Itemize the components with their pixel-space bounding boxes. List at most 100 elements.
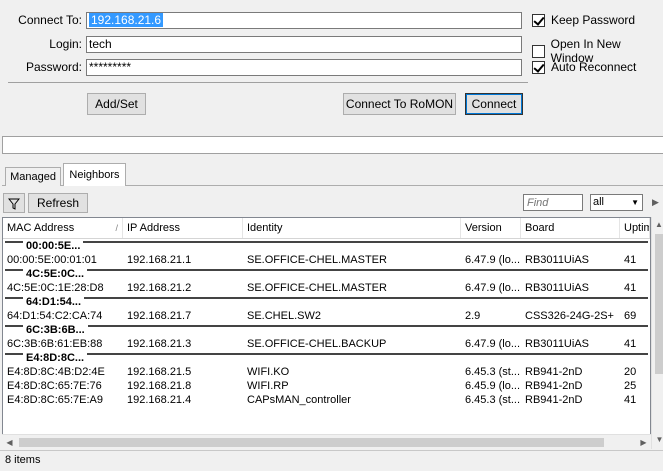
keep-password-option[interactable]: Keep Password: [532, 13, 635, 27]
table-cell: 2.9: [465, 310, 481, 322]
column-board[interactable]: Board: [521, 218, 620, 238]
table-cell: 192.168.21.4: [127, 394, 192, 406]
table-cell: E4:8D:8C:4B:D2:4E: [7, 366, 105, 378]
scrollbar-thumb[interactable]: [655, 234, 663, 374]
table-cell: CSS326-24G-2S+: [525, 310, 614, 322]
table-cell: RB3011UiAS: [525, 338, 589, 350]
table-cell: 6.45.3 (st...: [465, 394, 521, 406]
filter-icon: [7, 198, 21, 210]
table-cell: 6.47.9 (lo...: [465, 254, 521, 266]
column-identity[interactable]: Identity: [243, 218, 461, 238]
group-label: 00:00:5E...: [23, 241, 84, 252]
group-header[interactable]: 6C:3B:6B...: [3, 323, 650, 337]
group-separator: [5, 269, 648, 271]
open-new-window-checkbox[interactable]: [532, 44, 545, 58]
table-row[interactable]: E4:8D:8C:65:7E:76 192.168.21.8 WIFI.RP 6.45…: [3, 379, 650, 393]
table-cell: 6.45.9 (lo...: [465, 380, 521, 392]
table-cell: WIFI.RP: [247, 380, 289, 392]
group-separator: [5, 325, 648, 327]
find-input[interactable]: [523, 194, 583, 211]
filter-button[interactable]: [3, 193, 25, 213]
connect-button[interactable]: Connect: [465, 93, 523, 115]
scroll-right-icon[interactable]: ▶: [648, 194, 663, 210]
table-cell: 192.168.21.2: [127, 282, 192, 294]
items-count: 8 items: [5, 454, 41, 466]
table-cell: 00:00:5E:00:01:01: [7, 254, 97, 266]
group-header[interactable]: 4C:5E:0C...: [3, 267, 650, 281]
table-cell: E4:8D:8C:65:7E:A9: [7, 394, 104, 406]
scroll-left-icon[interactable]: ◀: [2, 435, 17, 450]
table-cell: 41: [624, 394, 637, 406]
auto-reconnect-option[interactable]: Auto Reconnect: [532, 60, 636, 74]
column-uptime[interactable]: Uptime: [620, 218, 650, 238]
table-cell: 192.168.21.7: [127, 310, 192, 322]
scope-select[interactable]: all ▼: [590, 194, 643, 211]
connection-status-strip: [2, 136, 663, 154]
table-row[interactable]: E4:8D:8C:4B:D2:4E 192.168.21.5 WIFI.KO 6.45…: [3, 365, 650, 379]
scroll-right-icon[interactable]: ▶: [636, 435, 651, 450]
table-cell: RB941-2nD: [525, 380, 583, 392]
scroll-down-icon[interactable]: ▼: [652, 432, 663, 449]
table-cell: SE.OFFICE-CHEL.MASTER: [247, 282, 387, 294]
column-version[interactable]: Version: [461, 218, 521, 238]
scroll-up-icon[interactable]: ▲: [652, 217, 663, 234]
table-cell: CAPsMAN_controller: [247, 394, 351, 406]
table-cell: 4C:5E:0C:1E:28:D8: [7, 282, 104, 294]
table-cell: 69: [624, 310, 637, 322]
connect-romon-button[interactable]: Connect To RoMON: [343, 93, 456, 115]
table-cell: 20: [624, 366, 637, 378]
group-label: 4C:5E:0C...: [23, 269, 88, 280]
tab-managed[interactable]: Managed: [5, 167, 61, 186]
column-ip-address[interactable]: IP Address: [123, 218, 243, 238]
table-row[interactable]: 6C:3B:6B:61:EB:88 192.168.21.3 SE.OFFICE-C…: [3, 337, 650, 351]
table-cell: WIFI.KO: [247, 366, 290, 378]
table-cell: RB3011UiAS: [525, 254, 589, 266]
table-body: 00:00:5E... 00:00:5E:00:01:01 192.168.21.1…: [3, 239, 650, 407]
keep-password-checkbox[interactable]: [532, 13, 545, 27]
add-set-button[interactable]: Add/Set: [87, 93, 146, 115]
table-cell: 6.47.9 (lo...: [465, 338, 521, 350]
scope-value: all: [593, 196, 605, 208]
group-separator: [5, 353, 648, 355]
horizontal-scrollbar-thumb[interactable]: [19, 438, 604, 447]
group-header[interactable]: E4:8D:8C...: [3, 351, 650, 365]
table-row[interactable]: 64:D1:54:C2:CA:74 192.168.21.7 SE.CHEL.SW2…: [3, 309, 650, 323]
auto-reconnect-checkbox[interactable]: [532, 60, 545, 74]
status-bar: 8 items: [0, 450, 663, 471]
table-row[interactable]: 00:00:5E:00:01:01 192.168.21.1 SE.OFFICE-C…: [3, 253, 650, 267]
table-cell: SE.OFFICE-CHEL.MASTER: [247, 254, 387, 266]
password-field[interactable]: *********: [86, 59, 522, 76]
horizontal-scrollbar[interactable]: ◀ ▶: [2, 434, 651, 450]
table-cell: RB3011UiAS: [525, 282, 589, 294]
group-separator: [5, 297, 648, 299]
table-cell: 6.45.3 (st...: [465, 366, 521, 378]
column-mac-address[interactable]: MAC Address /: [3, 218, 123, 238]
group-header[interactable]: 64:D1:54...: [3, 295, 650, 309]
table-row[interactable]: 4C:5E:0C:1E:28:D8 192.168.21.2 SE.OFFICE-C…: [3, 281, 650, 295]
group-header[interactable]: 00:00:5E...: [3, 239, 650, 253]
connect-separator: [8, 82, 528, 83]
login-label: Login:: [49, 37, 82, 51]
connect-to-label: Connect To:: [18, 13, 82, 27]
connect-to-field[interactable]: 192.168.21.6: [86, 12, 522, 29]
vertical-scrollbar[interactable]: ▲ ▼: [651, 217, 663, 449]
table-cell: 192.168.21.8: [127, 380, 192, 392]
table-cell: 6.47.9 (lo...: [465, 282, 521, 294]
keep-password-label: Keep Password: [551, 13, 636, 27]
tab-neighbors[interactable]: Neighbors: [63, 163, 126, 186]
table-cell: RB941-2nD: [525, 394, 583, 406]
sort-indicator-icon: /: [115, 223, 118, 233]
table-cell: SE.OFFICE-CHEL.BACKUP: [247, 338, 387, 350]
table-row[interactable]: E4:8D:8C:65:7E:A9 192.168.21.4 CAPsMAN_con…: [3, 393, 650, 407]
password-label: Password:: [25, 60, 82, 74]
table-cell: 192.168.21.5: [127, 366, 192, 378]
table-cell: 6C:3B:6B:61:EB:88: [7, 338, 103, 350]
table-cell: 25: [624, 380, 637, 392]
table-cell: 192.168.21.1: [127, 254, 192, 266]
connect-to-value: 192.168.21.6: [89, 13, 164, 27]
table-cell: RB941-2nD: [525, 366, 583, 378]
login-field[interactable]: tech: [86, 36, 522, 53]
refresh-button[interactable]: Refresh: [28, 193, 88, 213]
table-cell: 41: [624, 338, 637, 350]
auto-reconnect-label: Auto Reconnect: [551, 60, 637, 74]
